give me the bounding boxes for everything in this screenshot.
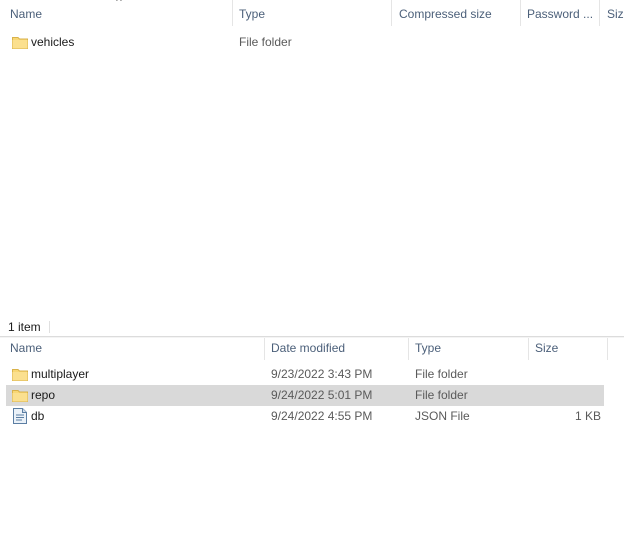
list-item[interactable]: db 9/24/2022 4:55 PM JSON File 1 KB (6, 406, 604, 427)
folder-pane: Name Date modified Type Size multiplayer… (0, 338, 624, 540)
column-header-compressed-size[interactable]: Compressed size (393, 0, 520, 28)
json-file-icon (13, 408, 29, 424)
item-type: JSON File (415, 409, 470, 423)
list-item[interactable]: multiplayer 9/23/2022 3:43 PM File folde… (6, 364, 604, 385)
archive-pane: Name ^ Type Compressed size Password ...… (0, 0, 624, 338)
status-divider (49, 321, 50, 333)
folder-icon (12, 388, 28, 402)
item-name: vehicles (31, 35, 75, 49)
item-type: File folder (239, 35, 292, 49)
column-header-date-modified[interactable]: Date modified (265, 338, 408, 362)
item-date-modified: 9/24/2022 5:01 PM (271, 388, 373, 402)
column-divider[interactable] (391, 0, 392, 26)
column-header-name[interactable]: Name (4, 338, 264, 362)
item-size (529, 364, 601, 385)
folder-icon (12, 35, 28, 49)
sort-ascending-icon: ^ (116, 0, 122, 8)
item-size: 1 KB (574, 409, 601, 423)
column-header-password[interactable]: Password ... (521, 0, 599, 28)
item-type: File folder (415, 367, 468, 381)
column-header-bar: Name ^ Type Compressed size Password ...… (0, 0, 624, 28)
folder-icon (12, 367, 28, 381)
item-name: repo (31, 388, 56, 402)
column-header-bar: Name Date modified Type Size (0, 338, 624, 362)
item-name: multiplayer (31, 367, 90, 381)
list-item-selected[interactable]: repo 9/24/2022 5:01 PM File folder (6, 385, 604, 406)
item-type: File folder (415, 388, 468, 402)
column-divider[interactable] (607, 338, 608, 360)
column-divider[interactable] (599, 0, 600, 26)
item-count: 1 item (8, 320, 41, 334)
item-name: db (31, 409, 45, 423)
column-header-type[interactable]: Type (233, 0, 391, 28)
column-header-size[interactable]: Size (529, 338, 607, 362)
column-header-size[interactable]: Size (601, 0, 624, 28)
item-date-modified: 9/23/2022 3:43 PM (271, 367, 373, 381)
status-bar: 1 item (0, 316, 624, 338)
column-header-type[interactable]: Type (409, 338, 528, 362)
list-item[interactable]: vehicles File folder (6, 32, 596, 53)
item-size (529, 385, 601, 406)
item-date-modified: 9/24/2022 4:55 PM (271, 409, 373, 423)
